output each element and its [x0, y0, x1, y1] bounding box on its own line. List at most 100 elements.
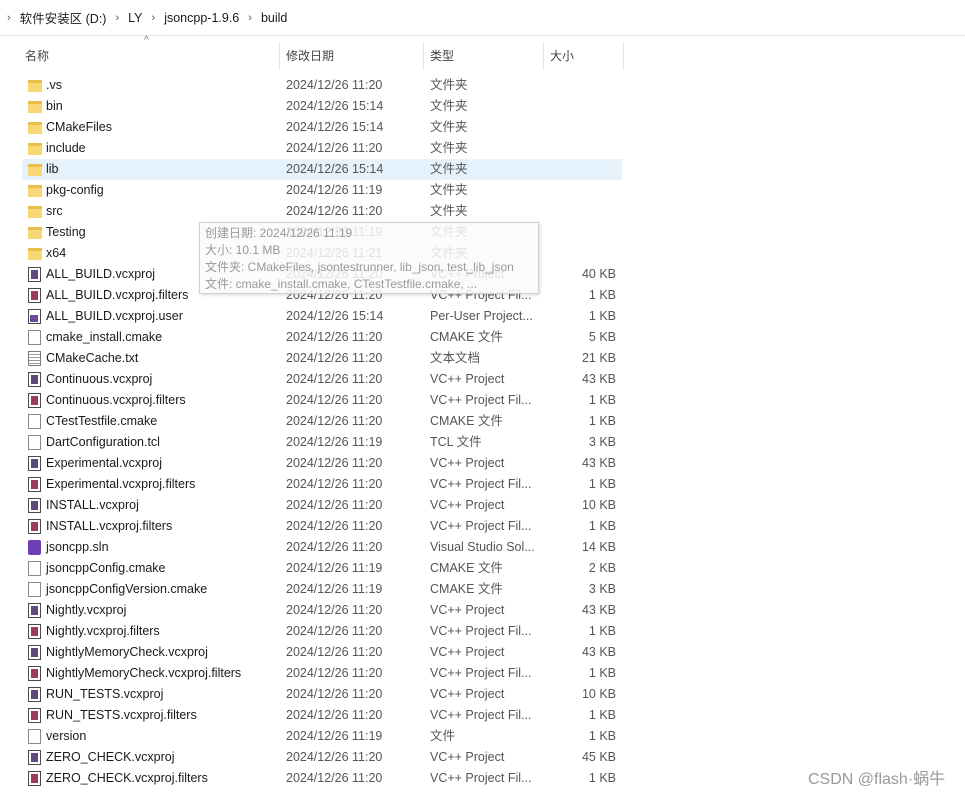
file-size: 14 KB — [581, 540, 616, 554]
chevron-right-icon: › — [248, 11, 252, 24]
file-icon — [28, 729, 41, 744]
file-row[interactable]: ZERO_CHECK.vcxproj.filters 2024/12/26 11:… — [22, 768, 622, 789]
file-row[interactable]: Continuous.vcxproj 2024/12/26 11:20 VC++ P… — [22, 369, 622, 390]
file-row[interactable]: pkg-config 2024/12/26 11:19 文件夹 — [22, 180, 622, 201]
file-name: ALL_BUILD.vcxproj.filters — [46, 288, 189, 302]
file-name: src — [46, 204, 63, 218]
file-date: 2024/12/26 11:20 — [286, 372, 383, 386]
chevron-right-icon: › — [115, 11, 120, 24]
filters-icon — [28, 771, 41, 786]
folder-icon — [28, 248, 42, 260]
file-size: 1 KB — [588, 477, 616, 491]
breadcrumb-item-build[interactable]: build — [261, 11, 287, 25]
file-row[interactable]: RUN_TESTS.vcxproj.filters 2024/12/26 11:2… — [22, 705, 622, 726]
column-header-type[interactable]: 类型 — [425, 42, 543, 70]
tooltip-size: 大小: 10.1 MB — [205, 243, 281, 257]
file-size: 21 KB — [581, 351, 616, 365]
file-row[interactable]: CTestTestfile.cmake 2024/12/26 11:20 CMAKE… — [22, 411, 622, 432]
filters-icon — [28, 666, 41, 681]
file-type: 文件 — [430, 729, 456, 743]
vcxproj-icon — [28, 687, 41, 702]
breadcrumb-item-drive[interactable]: 软件安装区 (D:) — [20, 8, 107, 27]
file-row[interactable]: INSTALL.vcxproj 2024/12/26 11:20 VC++ Proj… — [22, 495, 622, 516]
file-icon — [28, 582, 41, 597]
file-name: include — [46, 141, 86, 155]
column-header-date[interactable]: 修改日期 — [281, 42, 423, 70]
file-row[interactable]: DartConfiguration.tcl 2024/12/26 11:19 TCL… — [22, 432, 622, 453]
breadcrumb-item-ly[interactable]: LY — [128, 11, 142, 25]
file-row[interactable]: Nightly.vcxproj.filters 2024/12/26 11:20 V… — [22, 621, 622, 642]
file-name: NightlyMemoryCheck.vcxproj — [46, 645, 208, 659]
folder-icon — [28, 143, 42, 155]
file-row[interactable]: CMakeFiles 2024/12/26 15:14 文件夹 — [22, 117, 622, 138]
file-row[interactable]: Experimental.vcxproj.filters 2024/12/26 1… — [22, 474, 622, 495]
file-row[interactable]: jsoncppConfig.cmake 2024/12/26 11:19 CMAKE… — [22, 558, 622, 579]
file-size: 1 KB — [588, 519, 616, 533]
file-row[interactable]: .vs 2024/12/26 11:20 文件夹 — [22, 75, 622, 96]
file-row[interactable]: bin 2024/12/26 15:14 文件夹 — [22, 96, 622, 117]
file-size: 3 KB — [588, 582, 616, 596]
file-row[interactable]: ALL_BUILD.vcxproj.user 2024/12/26 15:14 Pe… — [22, 306, 622, 327]
folder-icon — [28, 185, 42, 197]
file-date: 2024/12/26 11:20 — [286, 78, 383, 92]
file-name: ALL_BUILD.vcxproj — [46, 267, 156, 281]
file-size: 1 KB — [588, 414, 616, 428]
file-icon — [28, 414, 41, 429]
file-date: 2024/12/26 11:20 — [286, 393, 383, 407]
file-row[interactable]: RUN_TESTS.vcxproj 2024/12/26 11:20 VC++ Pr… — [22, 684, 622, 705]
column-divider[interactable] — [423, 42, 424, 70]
file-name: Experimental.vcxproj — [46, 456, 163, 470]
file-row[interactable]: ZERO_CHECK.vcxproj 2024/12/26 11:20 VC++ P… — [22, 747, 622, 768]
file-row[interactable]: jsoncppConfigVersion.cmake 2024/12/26 11:… — [22, 579, 622, 600]
file-row[interactable]: NightlyMemoryCheck.vcxproj 2024/12/26 11:… — [22, 642, 622, 663]
chevron-right-icon: › — [151, 11, 156, 24]
file-name: CMakeCache.txt — [46, 351, 139, 365]
folder-icon — [28, 206, 42, 218]
file-row[interactable]: CMakeCache.txt 2024/12/26 11:20 文本文档 21 KB — [22, 348, 622, 369]
file-date: 2024/12/26 11:20 — [286, 771, 383, 785]
file-date: 2024/12/26 11:19 — [286, 561, 383, 575]
column-header-size[interactable]: 大小 — [545, 42, 623, 70]
file-row[interactable]: Experimental.vcxproj 2024/12/26 11:20 VC++… — [22, 453, 622, 474]
watermark: CSDN @flash·蜗牛 — [808, 771, 946, 788]
vcxproj-icon — [28, 603, 41, 618]
file-row[interactable]: include 2024/12/26 11:20 文件夹 — [22, 138, 622, 159]
column-header-name[interactable]: 名称 — [20, 42, 279, 70]
filters-icon — [28, 519, 41, 534]
file-type: VC++ Project Fil... — [430, 393, 532, 407]
file-icon — [28, 330, 41, 345]
file-name: jsoncppConfig.cmake — [46, 561, 166, 575]
file-date: 2024/12/26 11:20 — [286, 456, 383, 470]
folder-icon — [28, 164, 42, 176]
file-type: VC++ Project Fil... — [430, 666, 532, 680]
file-name: x64 — [46, 246, 67, 260]
file-date: 2024/12/26 11:20 — [286, 204, 383, 218]
file-name: jsoncppConfigVersion.cmake — [46, 582, 208, 596]
file-row[interactable]: Nightly.vcxproj 2024/12/26 11:20 VC++ Proj… — [22, 600, 622, 621]
file-type: 文件夹 — [430, 204, 468, 218]
file-name: CMakeFiles — [46, 120, 112, 134]
file-type: VC++ Project — [430, 498, 505, 512]
file-type: VC++ Project Fil... — [430, 519, 532, 533]
breadcrumb-item-jsoncpp[interactable]: jsoncpp-1.9.6 — [164, 11, 239, 25]
file-row[interactable]: Continuous.vcxproj.filters 2024/12/26 11:… — [22, 390, 622, 411]
column-divider[interactable] — [543, 42, 544, 70]
filters-icon — [28, 393, 41, 408]
file-type: Visual Studio Sol... — [430, 540, 535, 554]
text-file-icon — [28, 351, 41, 366]
file-size: 10 KB — [581, 687, 616, 701]
column-divider[interactable] — [279, 42, 280, 70]
file-row[interactable]: cmake_install.cmake 2024/12/26 11:20 CMAKE… — [22, 327, 622, 348]
file-row[interactable]: lib 2024/12/26 15:14 文件夹 — [22, 159, 622, 180]
file-type: 文本文档 — [430, 351, 481, 365]
file-row[interactable]: jsoncpp.sln 2024/12/26 11:20 Visual Studio… — [22, 537, 622, 558]
file-row[interactable]: version 2024/12/26 11:19 文件 1 KB — [22, 726, 622, 747]
file-type: VC++ Project — [430, 456, 505, 470]
file-icon — [28, 561, 41, 576]
file-row[interactable]: NightlyMemoryCheck.vcxproj.filters 2024/1… — [22, 663, 622, 684]
file-row[interactable]: src 2024/12/26 11:20 文件夹 — [22, 201, 622, 222]
column-divider[interactable] — [623, 42, 624, 70]
file-date: 2024/12/26 11:20 — [286, 414, 383, 428]
file-name: pkg-config — [46, 183, 104, 197]
file-row[interactable]: INSTALL.vcxproj.filters 2024/12/26 11:20 V… — [22, 516, 622, 537]
